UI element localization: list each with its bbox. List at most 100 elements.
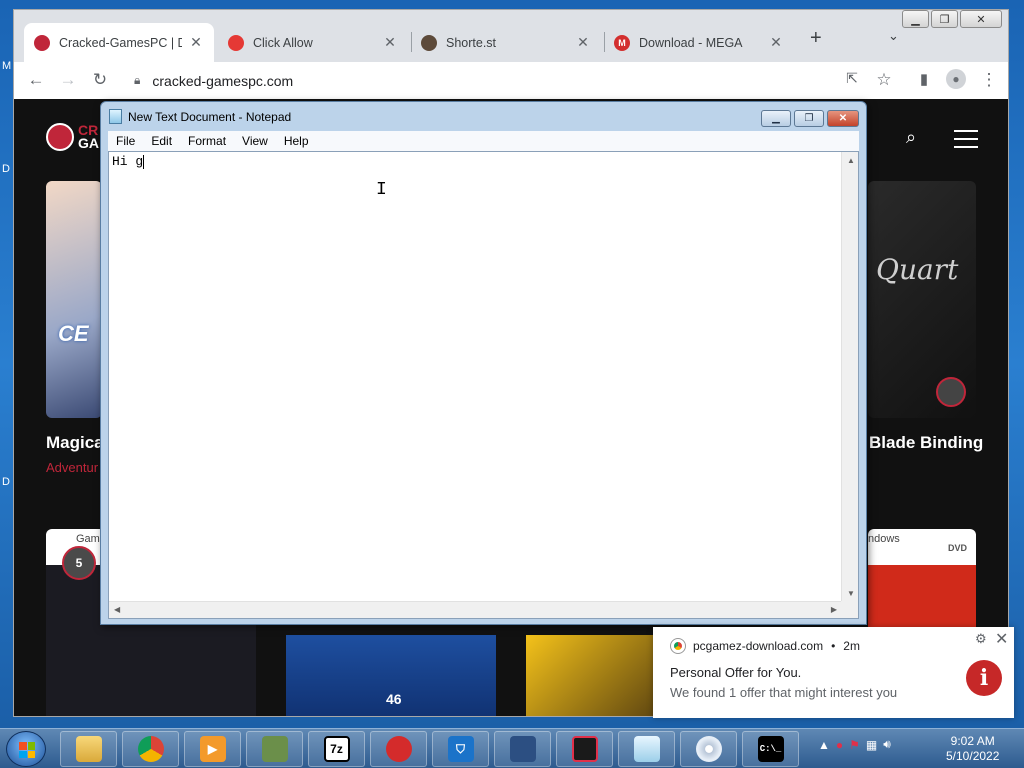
notepad-text-area[interactable]: Hi g I ▲ ▼ ◀ ▶ xyxy=(108,151,859,619)
taskbar-media-player[interactable]: ▶ xyxy=(184,731,241,767)
game-card-image[interactable] xyxy=(526,635,656,716)
share-icon[interactable]: ⇱ xyxy=(842,70,862,87)
notepad-title-bar[interactable]: New Text Document - Notepad xyxy=(109,109,291,124)
minimize-button[interactable]: ▁ xyxy=(902,10,929,28)
switch-platform-icon xyxy=(936,377,966,407)
taskbar-image-app[interactable] xyxy=(494,731,551,767)
tab-search-chevron-icon[interactable]: ⌄ xyxy=(888,28,899,44)
desktop-icon-label: M xyxy=(2,60,12,72)
game-card-image[interactable]: 46 xyxy=(286,635,496,716)
scroll-right-arrow-icon[interactable]: ▶ xyxy=(831,605,837,614)
taskbar-recorder[interactable] xyxy=(556,731,613,767)
notepad-minimize-button[interactable]: ▁ xyxy=(761,110,791,127)
vertical-scrollbar[interactable]: ▲ ▼ xyxy=(841,152,858,602)
site-favicon-icon xyxy=(421,34,437,51)
side-panel-icon[interactable]: ▮ xyxy=(914,70,934,88)
close-icon[interactable]: ✕ xyxy=(382,34,398,51)
tab-title: Shorte.st xyxy=(446,35,497,50)
disc-icon xyxy=(695,736,722,762)
taskbar-cmd[interactable]: C:\_ xyxy=(742,731,799,767)
dvd-label: DVD xyxy=(948,543,968,553)
horizontal-scrollbar[interactable]: ◀ ▶ xyxy=(109,601,842,618)
site-favicon-icon xyxy=(228,34,244,51)
reload-icon[interactable]: ↻ xyxy=(90,70,110,90)
scroll-up-arrow-icon[interactable]: ▲ xyxy=(847,156,855,165)
network-icon[interactable]: ▦ xyxy=(866,738,877,752)
notepad-icon xyxy=(109,109,122,124)
game-title[interactable]: Blade Binding xyxy=(869,433,983,453)
tab-click-allow[interactable]: Click Allow ✕ xyxy=(218,23,408,62)
notification-source: pcgamez-download.com xyxy=(693,639,824,653)
close-icon[interactable]: ✕ xyxy=(188,34,204,51)
game-genre[interactable]: Adventur xyxy=(46,460,98,475)
url-text: cracked-gamespc.com xyxy=(152,72,294,89)
taskbar-file-explorer[interactable] xyxy=(60,731,117,767)
tab-shortest[interactable]: Shorte.st ✕ xyxy=(411,23,601,62)
show-hidden-icons-chevron-icon[interactable]: ▲ xyxy=(818,738,830,752)
game-title[interactable]: Magical xyxy=(46,433,108,453)
taskbar-vpn[interactable]: ⛉ xyxy=(432,731,489,767)
recorder-icon xyxy=(571,736,598,762)
gear-icon[interactable]: ⚙ xyxy=(975,631,987,647)
lock-icon[interactable]: 🔒︎ xyxy=(134,73,140,88)
hamburger-menu-icon[interactable] xyxy=(954,130,978,148)
volume-icon[interactable]: 🔊︎ xyxy=(883,737,891,752)
forward-arrow-icon[interactable]: → xyxy=(58,70,78,90)
notepad-maximize-button[interactable]: ❐ xyxy=(794,110,824,127)
red-tray-icon[interactable]: ● xyxy=(836,738,843,752)
address-bar[interactable]: 🔒︎ cracked-gamespc.com xyxy=(122,66,882,95)
scroll-left-arrow-icon[interactable]: ◀ xyxy=(114,605,120,614)
new-tab-button[interactable]: + xyxy=(810,27,822,50)
taskbar-chrome[interactable] xyxy=(122,731,179,767)
tab-title: Click Allow xyxy=(253,35,313,50)
tab-cracked-gamespc[interactable]: Cracked-GamesPC | Dov ✕ xyxy=(24,23,214,62)
notepad-close-button[interactable]: ✕ xyxy=(827,110,859,127)
back-arrow-icon[interactable]: ← xyxy=(26,70,46,90)
notification-body: We found 1 offer that might interest you xyxy=(670,685,898,700)
close-icon[interactable]: ✕ xyxy=(768,34,784,51)
platform-label: Gam xyxy=(76,533,100,545)
image-app-icon xyxy=(509,736,536,762)
game-card-image[interactable]: CE xyxy=(46,181,102,418)
more-menu-icon[interactable]: ⋮ xyxy=(979,70,999,90)
bookmark-star-icon[interactable]: ☆ xyxy=(874,70,894,90)
site-logo[interactable]: CR GA xyxy=(46,123,99,151)
push-notification[interactable]: pcgamez-download.com • 2m ⚙ ✕ Personal O… xyxy=(653,627,1014,718)
game-card-image[interactable]: Quart xyxy=(868,181,976,418)
desktop-icon-label: D xyxy=(2,476,10,488)
notepad-window: New Text Document - Notepad ▁ ❐ ✕ File E… xyxy=(100,101,867,625)
menu-file[interactable]: File xyxy=(108,134,143,148)
menu-view[interactable]: View xyxy=(234,134,276,148)
close-icon[interactable]: ✕ xyxy=(995,629,1008,649)
start-button[interactable] xyxy=(6,731,46,767)
notepad-menubar: File Edit Format View Help xyxy=(108,131,859,151)
profile-avatar-icon[interactable]: ● xyxy=(946,69,966,89)
taskbar-red-app[interactable] xyxy=(370,731,427,767)
scroll-down-arrow-icon[interactable]: ▼ xyxy=(847,589,855,598)
system-tray: ▲ ● ⚑ ▦ 🔊︎ xyxy=(818,737,891,752)
taskbar-notepad[interactable] xyxy=(618,731,675,767)
close-window-button[interactable]: ✕ xyxy=(960,10,1002,28)
search-icon[interactable]: ⌕ xyxy=(906,127,916,148)
menu-format[interactable]: Format xyxy=(180,134,234,148)
rating-badge: 5 xyxy=(62,546,96,580)
taskbar-task-manager[interactable] xyxy=(246,731,303,767)
menu-help[interactable]: Help xyxy=(276,134,317,148)
logo-emblem-icon xyxy=(46,123,74,151)
taskbar-disc[interactable] xyxy=(680,731,737,767)
system-clock[interactable]: 9:02 AM 5/10/2022 xyxy=(946,734,999,764)
tab-title: Cracked-GamesPC | Dov xyxy=(59,35,182,50)
chrome-icon xyxy=(137,736,164,762)
tab-strip: Cracked-GamesPC | Dov ✕ Click Allow ✕ Sh… xyxy=(14,10,1008,62)
resize-grip-icon[interactable] xyxy=(841,601,858,618)
maximize-button[interactable]: ❐ xyxy=(931,10,958,28)
tab-mega[interactable]: M Download - MEGA ✕ xyxy=(604,23,794,62)
close-icon[interactable]: ✕ xyxy=(575,34,591,51)
media-player-icon: ▶ xyxy=(199,736,226,762)
7zip-icon: 7z xyxy=(323,736,350,762)
taskbar-7zip[interactable]: 7z xyxy=(308,731,365,767)
menu-edit[interactable]: Edit xyxy=(143,134,180,148)
kart-number: 46 xyxy=(386,691,402,707)
action-center-flag-icon[interactable]: ⚑ xyxy=(849,738,860,752)
notepad-icon xyxy=(633,736,660,762)
